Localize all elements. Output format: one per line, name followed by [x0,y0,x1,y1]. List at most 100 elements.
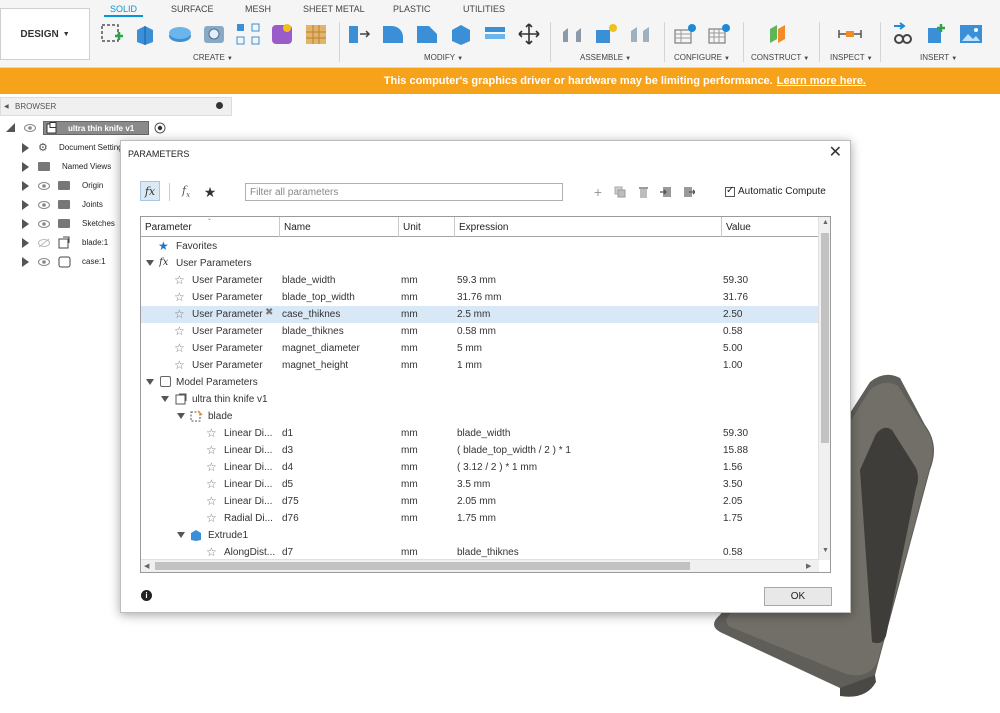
table-row[interactable]: ☆ User Parameter blade_top_width mm 31.7… [141,289,819,306]
measure-icon[interactable] [837,22,863,46]
move-icon[interactable] [516,22,542,46]
expand-arrow-icon[interactable] [22,143,29,153]
pattern-icon[interactable] [235,22,261,46]
assemble-group-menu[interactable]: ASSEMBLE ▼ [580,53,631,62]
parameter-expression[interactable]: 59.3 mm [457,275,496,286]
offset-plane-icon[interactable] [765,22,791,46]
press-pull-icon[interactable] [346,22,372,46]
favorite-star-icon[interactable]: ☆ [206,511,217,525]
expand-arrow-icon[interactable] [22,200,29,210]
collapse-icon[interactable]: ◀ [4,103,9,110]
revolve-icon[interactable] [167,22,193,46]
parameter-name[interactable]: magnet_height [282,360,348,371]
table-row[interactable]: ☆ Linear Di... d3 mm ( blade_top_width /… [141,442,819,459]
visibility-eye-icon[interactable] [24,123,36,133]
chevron-down-icon[interactable] [177,413,185,419]
tab-sheet-metal[interactable]: SHEET METAL [303,4,365,14]
scrollbar-thumb[interactable] [821,233,829,443]
add-parameter-button[interactable]: + [590,183,606,201]
filter-parameters-input[interactable] [245,183,563,201]
scroll-left-icon[interactable]: ◀ [144,562,149,570]
create-group-menu[interactable]: CREATE ▼ [193,53,233,62]
visibility-eye-icon[interactable] [38,257,50,267]
favorites-filter-button[interactable]: ★ [201,183,219,201]
workspace-dropdown[interactable]: DESIGN ▼ [0,8,90,60]
tab-mesh[interactable]: MESH [245,4,271,14]
expand-open-icon[interactable] [6,123,15,132]
parameter-unit[interactable]: mm [401,360,418,371]
parameter-name[interactable]: blade_top_width [282,292,355,303]
parameter-expression[interactable]: 3.5 mm [457,479,490,490]
group-row-model-parameters[interactable]: Model Parameters [141,374,819,391]
table-row[interactable]: ☆ Linear Di... d75 mm 2.05 mm 2.05 [141,493,819,510]
show-all-parameters-button[interactable]: fx [140,181,160,201]
fillet-icon[interactable] [380,22,406,46]
scroll-down-icon[interactable]: ▼ [822,547,829,554]
group-row-favorites[interactable]: ★ Favorites [141,238,819,255]
parameter-expression[interactable]: 0.58 mm [457,326,496,337]
tab-surface[interactable]: SURFACE [171,4,214,14]
favorite-star-icon[interactable]: ☆ [174,341,185,355]
hidden-eye-icon[interactable] [38,238,50,248]
parameter-expression[interactable]: blade_width [457,428,510,439]
expand-arrow-icon[interactable] [22,162,29,172]
parameter-unit[interactable]: mm [401,428,418,439]
parameter-unit[interactable]: mm [401,292,418,303]
parameter-expression[interactable]: 31.76 mm [457,292,501,303]
modify-group-menu[interactable]: MODIFY ▼ [424,53,463,62]
table-row[interactable]: ☆ User Parameter blade_thiknes mm 0.58 m… [141,323,819,340]
tab-plastic[interactable]: PLASTIC [393,4,431,14]
parameter-unit[interactable]: mm [401,462,418,473]
activate-radio-icon[interactable] [154,122,166,134]
parameter-unit[interactable]: mm [401,445,418,456]
favorite-star-icon[interactable]: ☆ [174,273,185,287]
parameter-name[interactable]: d4 [282,462,293,473]
insert-canvas-icon[interactable] [958,22,984,46]
table-row[interactable]: ☆ User Parameter blade_width mm 59.3 mm … [141,272,819,289]
parameter-name[interactable]: d5 [282,479,293,490]
parameter-expression[interactable]: ( 3.12 / 2 ) * 1 mm [457,462,537,473]
insert-group-menu[interactable]: INSERT ▼ [920,53,957,62]
table-row-selected[interactable]: ☆ User Parameter ✖ case_thiknes mm 2.5 m… [141,306,819,323]
import-parameters-button[interactable] [658,183,674,201]
parameter-name[interactable]: d3 [282,445,293,456]
column-header-name[interactable]: Name [280,217,399,237]
export-parameters-button[interactable] [681,183,697,201]
ok-button[interactable]: OK [764,587,832,606]
parameter-expression[interactable]: blade_thiknes [457,547,519,558]
configuration-icon[interactable] [706,22,732,46]
shell-icon[interactable] [448,22,474,46]
parameter-unit[interactable]: mm [401,343,418,354]
browser-root-row[interactable]: ultra thin knife v1 [0,119,232,138]
checkbox-checked-icon[interactable] [725,185,735,197]
as-built-joint-icon[interactable] [627,22,653,46]
parameter-name[interactable]: d75 [282,496,299,507]
chevron-down-icon[interactable] [177,532,185,538]
user-parameters-filter-button[interactable]: fx [177,183,195,201]
favorite-star-icon[interactable]: ☆ [206,545,217,559]
visibility-eye-icon[interactable] [38,219,50,229]
combine-icon[interactable] [482,22,508,46]
parameter-expression[interactable]: 1.75 mm [457,513,496,524]
delete-parameter-button[interactable] [635,183,651,201]
favorite-star-icon[interactable]: ☆ [174,307,185,321]
inspect-group-menu[interactable]: INSPECT ▼ [830,53,873,62]
chevron-down-icon[interactable] [161,396,169,402]
column-header-value[interactable]: Value [722,217,819,237]
new-component-icon[interactable] [593,22,619,46]
table-row[interactable]: ☆ User Parameter magnet_height mm 1 mm 1… [141,357,819,374]
scrollbar-thumb[interactable] [155,562,690,570]
automatic-compute-checkbox[interactable]: Automatic Compute [725,185,826,197]
insert-mesh-icon[interactable] [303,22,329,46]
parameter-name[interactable]: d7 [282,547,293,558]
configure-table-icon[interactable] [672,22,698,46]
favorite-star-icon[interactable]: ☆ [206,460,217,474]
tab-utilities[interactable]: UTILITIES [463,4,505,14]
column-header-expression[interactable]: Expression [455,217,722,237]
parameter-unit[interactable]: mm [401,275,418,286]
copy-parameter-button[interactable] [612,183,628,201]
table-row[interactable]: ☆ Radial Di... d76 mm 1.75 mm 1.75 [141,510,819,527]
horizontal-scrollbar[interactable]: ◀ ▶ [141,559,819,572]
construct-group-menu[interactable]: CONSTRUCT ▼ [751,53,809,62]
parameter-expression[interactable]: 5 mm [457,343,482,354]
